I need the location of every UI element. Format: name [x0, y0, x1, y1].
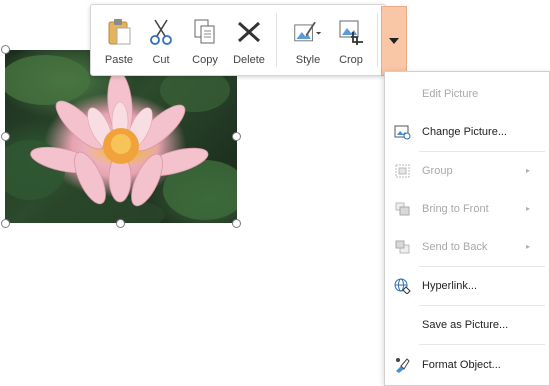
- menu-separator: [419, 344, 545, 345]
- menu-item-send-to-back[interactable]: Send to Back ▸: [385, 236, 549, 258]
- bring-to-front-icon: [394, 201, 411, 217]
- menu-item-save-as-picture[interactable]: Save as Picture...: [385, 314, 549, 336]
- toolbar-separator: [276, 13, 277, 67]
- floating-toolbar: Paste Cut Copy Delete Style Crop: [90, 4, 386, 76]
- menu-item-bring-to-front[interactable]: Bring to Front ▸: [385, 198, 549, 220]
- paste-label: Paste: [104, 54, 134, 66]
- menu-item-hyperlink[interactable]: Hyperlink...: [385, 275, 549, 297]
- menu-item-label: Hyperlink...: [422, 280, 478, 292]
- menu-item-label: Edit Picture: [422, 88, 479, 100]
- resize-handle-top-left[interactable]: [1, 45, 10, 54]
- format-object-icon: [394, 357, 411, 373]
- menu-separator: [419, 305, 545, 306]
- crop-label: Crop: [339, 54, 363, 66]
- menu-item-label: Change Picture...: [422, 126, 507, 138]
- cut-label: Cut: [152, 54, 170, 66]
- menu-separator: [419, 266, 545, 267]
- context-menu: Edit Picture Change Picture... Group ▸ B…: [384, 71, 550, 386]
- menu-item-edit-picture[interactable]: Edit Picture: [385, 83, 549, 105]
- menu-item-group[interactable]: Group ▸: [385, 160, 549, 182]
- delete-label: Delete: [233, 54, 265, 66]
- caret-down-icon: [389, 35, 399, 47]
- copy-icon: [190, 17, 220, 47]
- style-label: Style: [295, 54, 321, 66]
- resize-handle-bottom-left[interactable]: [1, 219, 10, 228]
- cut-button[interactable]: Cut: [139, 5, 183, 75]
- submenu-arrow-icon: ▸: [526, 166, 531, 175]
- picture-style-icon: [293, 17, 323, 47]
- delete-button[interactable]: Delete: [227, 5, 271, 75]
- submenu-arrow-icon: ▸: [526, 242, 531, 251]
- menu-item-label: Send to Back: [422, 241, 488, 253]
- clipboard-paste-icon: [104, 17, 134, 47]
- group-icon: [394, 163, 411, 179]
- scissors-icon: [146, 17, 176, 47]
- submenu-arrow-icon: ▸: [526, 204, 531, 213]
- copy-button[interactable]: Copy: [183, 5, 227, 75]
- menu-item-label: Group: [422, 165, 453, 177]
- resize-handle-left[interactable]: [1, 132, 10, 141]
- resize-handle-bottom-right[interactable]: [232, 219, 241, 228]
- paste-button[interactable]: Paste: [97, 5, 141, 75]
- change-picture-icon: [394, 124, 411, 140]
- style-button[interactable]: Style: [283, 5, 333, 75]
- menu-item-change-picture[interactable]: Change Picture...: [385, 121, 549, 143]
- menu-item-format-object[interactable]: Format Object...: [385, 354, 549, 376]
- toolbar-separator: [377, 13, 378, 67]
- delete-x-icon: [234, 17, 264, 47]
- menu-separator: [419, 151, 545, 152]
- hyperlink-globe-icon: [394, 278, 411, 295]
- resize-handle-right[interactable]: [232, 132, 241, 141]
- crop-button[interactable]: Crop: [329, 5, 373, 75]
- menu-item-label: Bring to Front: [422, 203, 489, 215]
- menu-item-label: Save as Picture...: [422, 319, 509, 331]
- resize-handle-bottom[interactable]: [116, 219, 125, 228]
- menu-item-label: Format Object...: [422, 359, 501, 371]
- more-options-button[interactable]: [381, 6, 407, 76]
- crop-icon: [336, 17, 366, 47]
- copy-label: Copy: [192, 54, 218, 66]
- send-to-back-icon: [394, 239, 411, 255]
